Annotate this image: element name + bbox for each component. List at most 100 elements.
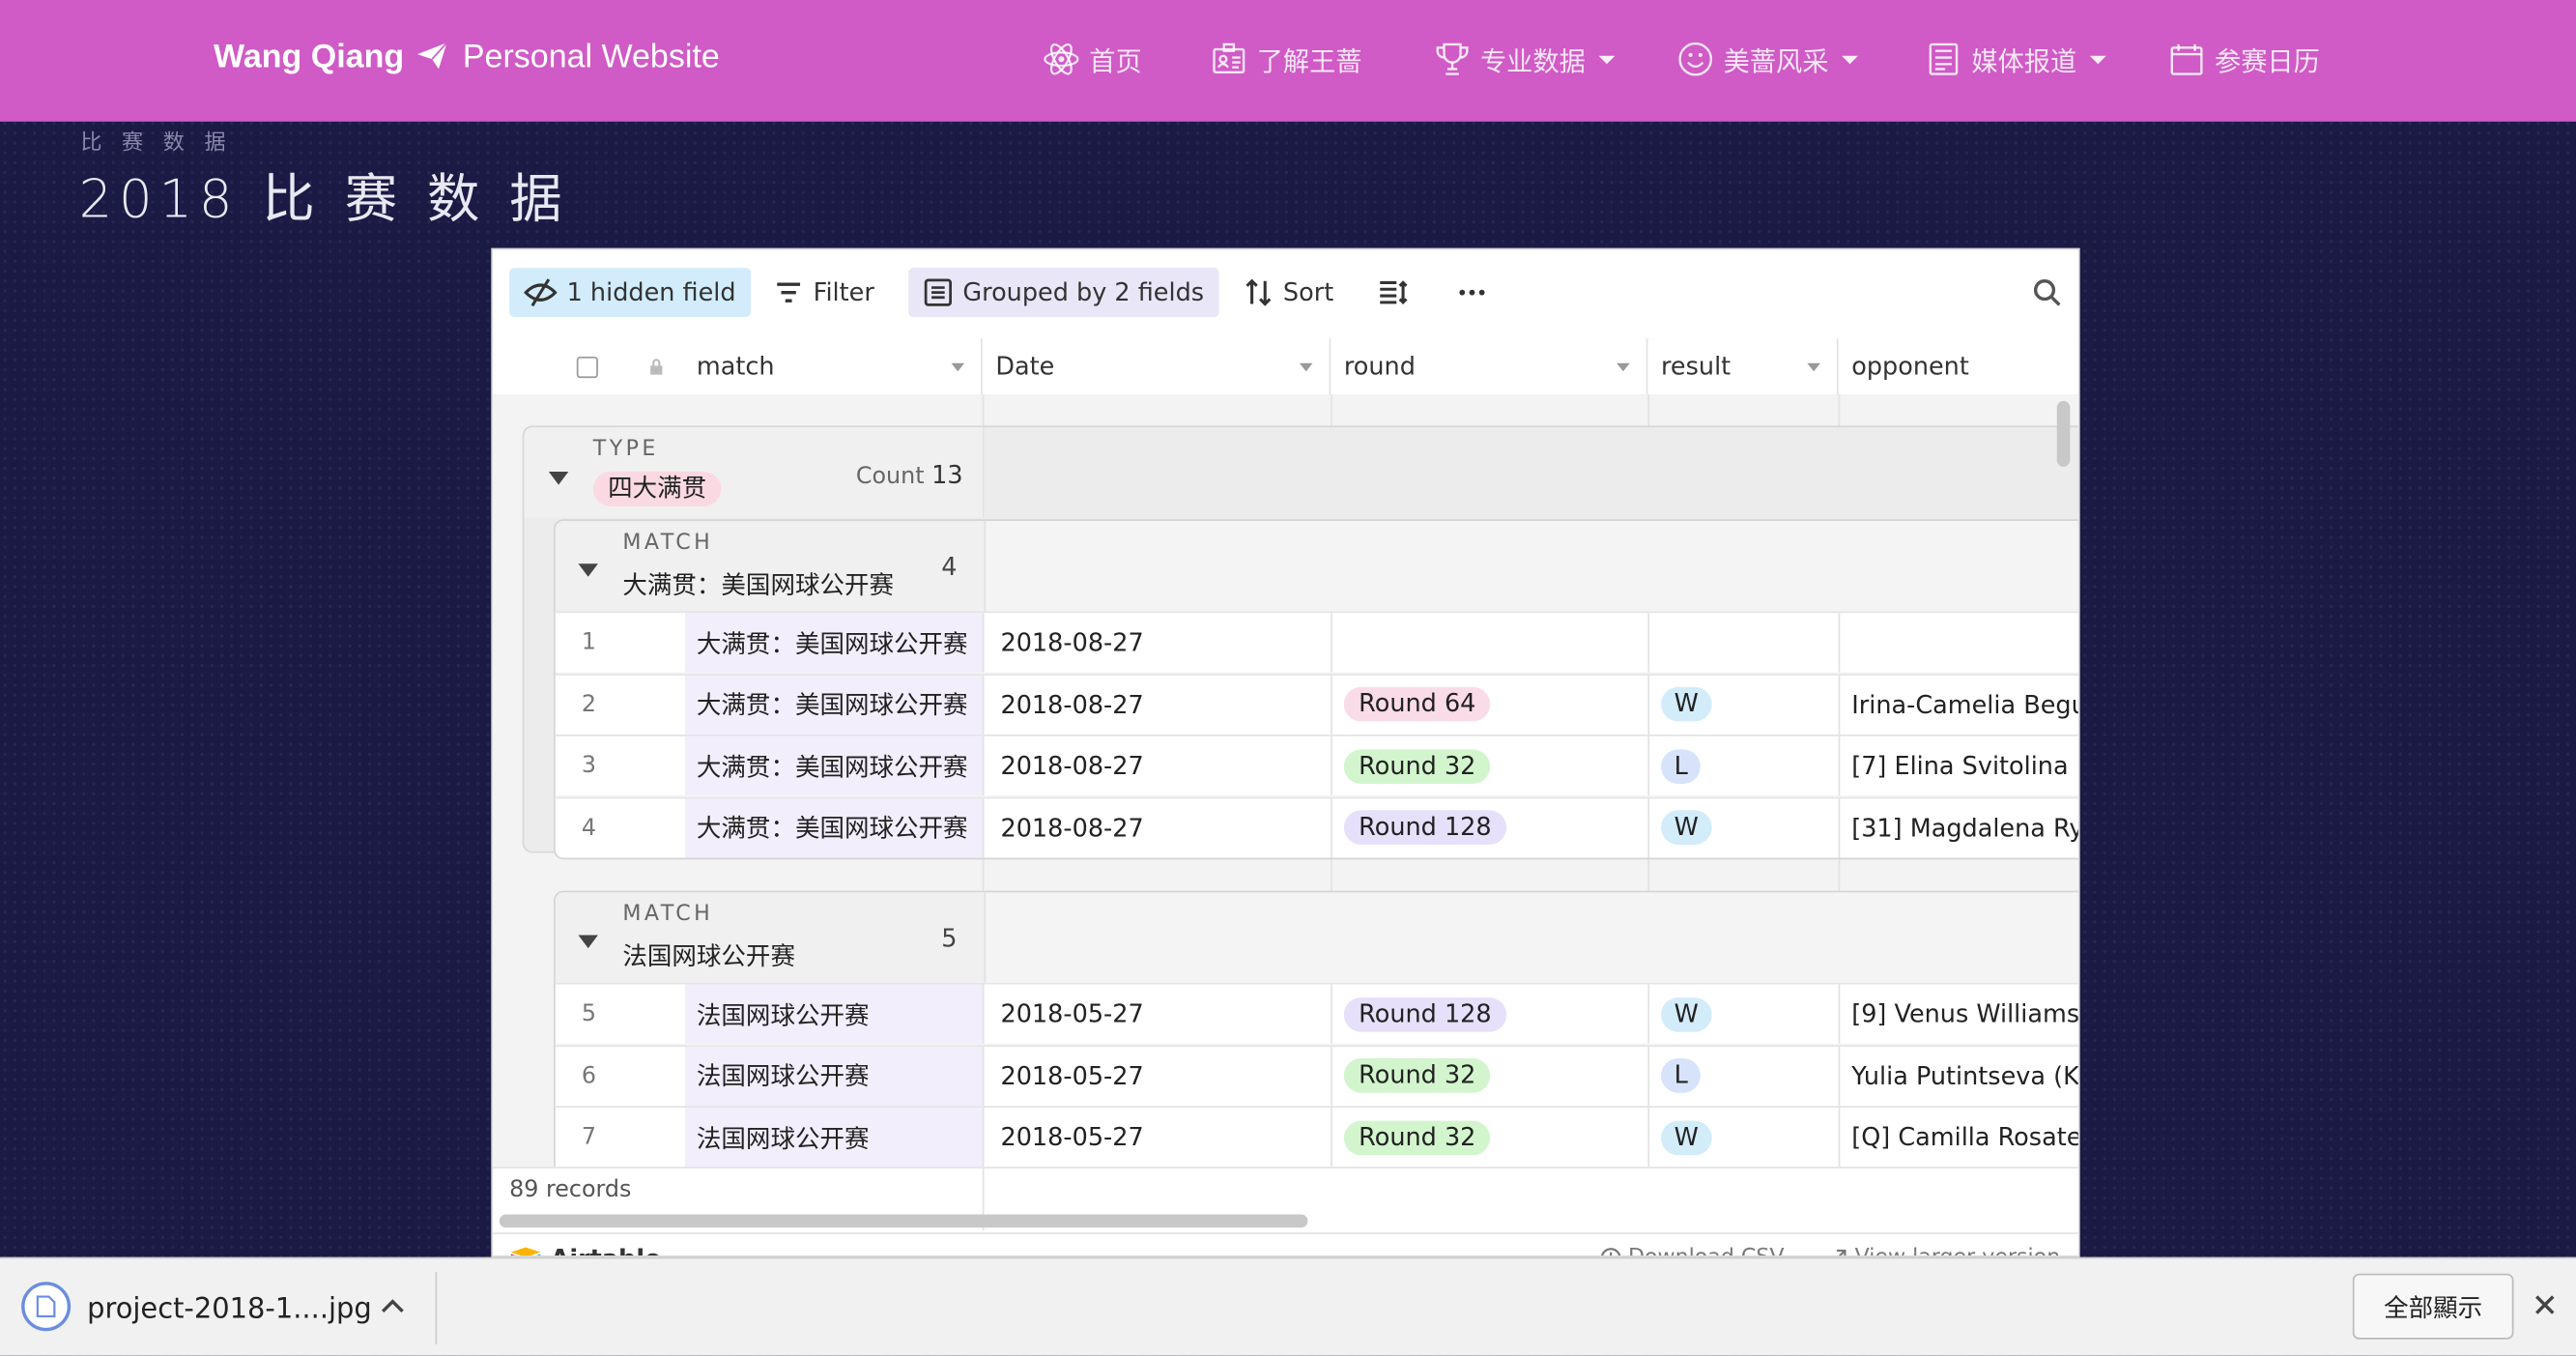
collapse-triangle-icon[interactable] [578,935,598,949]
cell-opponent[interactable]: [31] Magdalena Ryb [1840,798,2078,857]
collapse-triangle-icon[interactable] [548,471,569,485]
group-type-header[interactable]: TYPE 四大满贯 Count 13 [524,427,985,518]
chevron-down-icon[interactable] [1807,362,1820,372]
table-row[interactable]: 4 大满贯：美国网球公开赛 2018-08-27 Round 128 W [31] Mag… [555,796,2078,858]
cell-result[interactable]: W [1649,1108,1841,1168]
cell-round[interactable]: Round 128 [1332,798,1650,858]
group-value-pill: 四大满贯 [592,471,722,506]
nav-item-gallery[interactable]: 美蔷风采 [1677,40,1859,79]
cell-date[interactable]: 2018-08-27 [984,798,1332,858]
smile-icon [1678,42,1713,76]
chevron-up-icon[interactable] [381,1298,404,1314]
download-csv-link[interactable]: Download CSV [1600,1246,1784,1256]
cell-result[interactable]: W [1649,798,1841,858]
row-number: 7 [581,1124,597,1151]
cell-date[interactable]: 2018-08-27 [984,675,1332,735]
cell-date[interactable]: 2018-08-27 [984,736,1332,796]
cell-match[interactable]: 法国网球公开赛 [685,1046,985,1106]
hidden-fields-button[interactable]: 1 hidden field [509,268,751,318]
column-header-match[interactable]: match [493,338,983,395]
cell-result[interactable]: L [1649,1046,1841,1106]
group-list-icon [924,278,952,306]
count-value: 13 [931,460,963,490]
cell-match[interactable]: 大满贯：美国网球公开赛 [685,613,985,673]
filter-button[interactable]: Filter [759,268,890,317]
cell-result[interactable] [1649,613,1841,673]
cell-round[interactable]: Round 64 [1332,675,1650,735]
cell-opponent[interactable]: Irina-Camelia Begu [1840,675,2078,734]
more-options-button[interactable] [1443,268,1502,317]
row-number: 1 [581,629,597,656]
horizontal-scrollbar[interactable] [499,1214,1308,1228]
show-all-button[interactable]: 全部顯示 [2352,1273,2514,1340]
nav-item-media[interactable]: 媒体报道 [1926,40,2106,79]
result-pill: W [1661,810,1712,846]
chevron-down-icon[interactable] [1617,362,1630,372]
select-all-checkbox[interactable] [576,356,598,379]
row-height-button[interactable] [1363,268,1422,317]
sort-button[interactable]: Sort [1229,268,1349,317]
grid-body: TYPE 四大满贯 Count 13 MATCH 大满贯：美国网球公开赛 4 1… [493,394,2078,1168]
cell-date[interactable]: 2018-08-27 [984,613,1332,673]
paper-plane-icon [417,42,448,70]
cell-opponent[interactable] [1840,613,2078,672]
cell-match[interactable]: 大满贯：美国网球公开赛 [685,736,985,796]
cell-date[interactable]: 2018-05-27 [984,1108,1332,1168]
chevron-down-icon[interactable] [1299,362,1313,372]
table-row[interactable]: 6 法国网球公开赛 2018-05-27 Round 32 L Yulia Putints… [555,1044,2078,1106]
view-toolbar: 1 hidden field Filter Grouped by 2 field… [493,249,2078,340]
view-larger-link[interactable]: View larger version [1827,1246,2060,1256]
cell-round[interactable] [1332,613,1650,673]
cell-match[interactable]: 大满贯：美国网球公开赛 [685,675,985,735]
airtable-label: Airtable [551,1244,662,1255]
column-header-date[interactable]: Date [983,338,1331,395]
cell-result[interactable]: L [1649,736,1841,796]
round-pill: Round 32 [1343,1120,1491,1155]
calendar-icon [2170,43,2203,75]
subgroup-header[interactable]: MATCH 大满贯：美国网球公开赛 4 [555,520,987,612]
cell-result[interactable]: W [1649,675,1841,735]
table-row[interactable]: 1 大满贯：美国网球公开赛 2018-08-27 [555,611,2078,673]
site-brand[interactable]: Wang Qiang Personal Website [214,36,720,77]
table-row[interactable]: 3 大满贯：美国网球公开赛 2018-08-27 Round 32 L [7] Elina… [555,735,2078,796]
cell-opponent[interactable]: Yulia Putintseva (KA [1840,1046,2078,1105]
cell-match[interactable]: 法国网球公开赛 [685,984,985,1044]
cell-match[interactable]: 大满贯：美国网球公开赛 [685,798,985,858]
count-label: Count [855,463,925,490]
cell-result[interactable]: W [1649,984,1841,1044]
search-button[interactable] [2018,268,2076,317]
cell-opponent[interactable]: [Q] Camilla Rosatell [1840,1108,2078,1167]
subgroup-header[interactable]: MATCH 法国网球公开赛 5 [555,892,987,983]
nav-item-calendar[interactable]: 参赛日历 [2168,40,2320,79]
brand-name: Wang Qiang [214,39,405,76]
table-row[interactable]: 7 法国网球公开赛 2018-05-27 Round 32 W [Q] Camilla R… [555,1106,2078,1168]
column-header-round[interactable]: round [1331,338,1648,395]
filter-label: Filter [813,277,874,307]
nav-item-home[interactable]: 首页 [1044,40,1142,79]
subgroup-us-open: MATCH 大满贯：美国网球公开赛 4 1 大满贯：美国网球公开赛 2018-08-… [554,519,2078,860]
airtable-logo[interactable]: Airtable [509,1244,662,1256]
table-row[interactable]: 2 大满贯：美国网球公开赛 2018-08-27 Round 64 W Irina-Cam… [555,673,2078,735]
nav-item-stats[interactable]: 专业数据 [1434,40,1616,79]
cell-opponent[interactable]: [7] Elina Svitolina (U [1840,736,2078,795]
close-icon[interactable] [2533,1293,2557,1316]
collapse-triangle-icon[interactable] [578,563,598,577]
cell-round[interactable]: Round 32 [1332,1108,1650,1168]
cell-date[interactable]: 2018-05-27 [984,1046,1332,1106]
column-header-result[interactable]: result [1647,338,1839,395]
round-pill: Round 32 [1343,1058,1491,1093]
cell-round[interactable]: Round 128 [1332,984,1650,1044]
nav-item-about[interactable]: 了解王蔷 [1211,40,1362,79]
table-row[interactable]: 5 法国网球公开赛 2018-05-27 Round 128 W [9] Venus Wi… [555,982,2078,1044]
vertical-scrollbar[interactable] [2056,400,2071,467]
cell-date[interactable]: 2018-05-27 [984,984,1332,1044]
row-number: 5 [581,1000,597,1027]
cell-round[interactable]: Round 32 [1332,736,1650,796]
group-button[interactable]: Grouped by 2 fields [908,268,1219,318]
cell-opponent[interactable]: [9] Venus Williams ( [1840,984,2078,1043]
chevron-down-icon[interactable] [951,362,965,372]
column-header-opponent[interactable]: opponent [1839,338,2078,394]
cell-match[interactable]: 法国网球公开赛 [685,1108,985,1168]
cell-round[interactable]: Round 32 [1332,1046,1650,1106]
download-filename[interactable]: project-2018-1....jpg [87,1293,372,1326]
